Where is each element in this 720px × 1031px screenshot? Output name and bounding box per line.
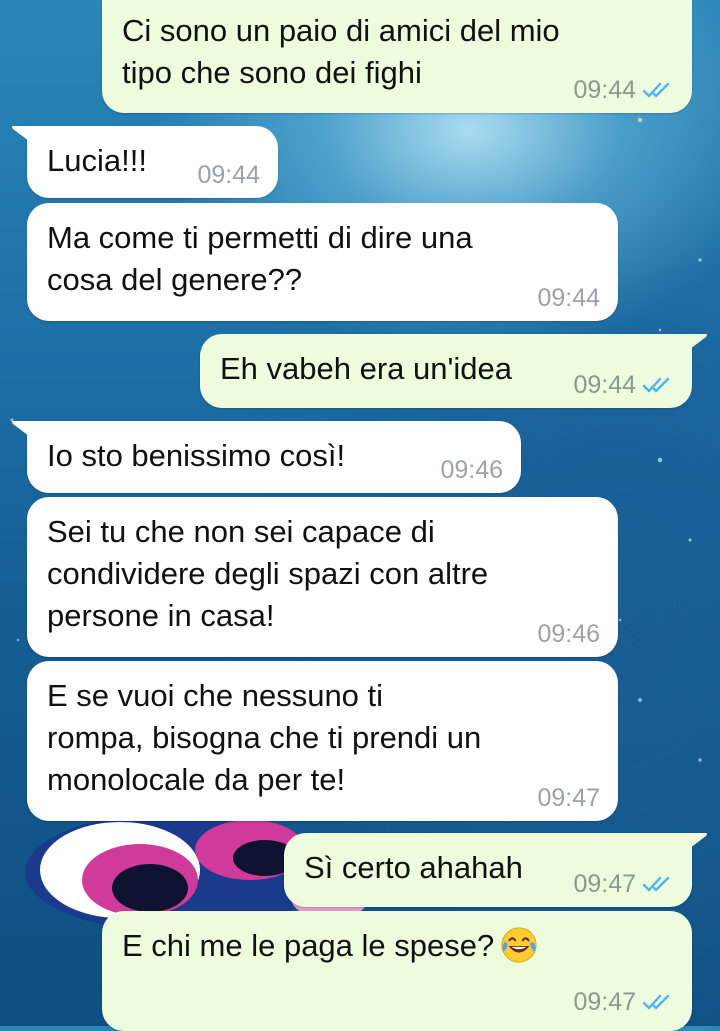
message-time: 09:46 [440,456,503,484]
message-meta: 09:44 [573,370,674,400]
double-check-icon [642,377,670,393]
double-check-icon [642,994,670,1010]
message-time: 09:47 [537,784,600,812]
message-bubble-outgoing[interactable]: Eh vabeh era un'idea 09:44 [200,334,707,408]
message-time: 09:44 [197,161,260,189]
bubble-tail [12,126,41,150]
bubble-tail [12,421,41,445]
message-time: 09:44 [573,371,636,399]
message-bubble-incoming[interactable]: Io sto benissimo così! 09:46 [12,421,521,493]
bubble-tail [678,334,707,358]
chat-conversation: Ci sono un paio di amici del mio tipo ch… [0,0,720,1031]
message-meta: 09:47 [573,869,674,899]
message-bubble-incoming[interactable]: Sei tu che non sei capace di condividere… [27,497,618,657]
message-bubble-outgoing[interactable]: Sì certo ahahah 09:47 [284,833,707,907]
message-text: Ma come ti permetti di dire una cosa del… [47,220,473,297]
double-check-icon [642,876,670,892]
double-check-icon [642,82,670,98]
message-time: 09:44 [537,284,600,312]
message-text: Io sto benissimo così! [47,438,346,473]
message-text: E chi me le paga le spese? [122,928,495,963]
message-bubble-outgoing[interactable]: Ci sono un paio di amici del mio tipo ch… [102,0,692,113]
bubble-tail [678,833,707,857]
message-meta: 09:46 [440,455,503,485]
message-meta: 09:47 [537,783,600,813]
message-meta: 09:44 [573,75,674,105]
message-time: 09:46 [537,620,600,648]
message-bubble-outgoing[interactable]: E chi me le paga le spese? 09:47 [102,911,692,1031]
message-bubble-incoming[interactable]: Ma come ti permetti di dire una cosa del… [27,203,618,321]
message-bubble-incoming[interactable]: Lucia!!! 09:44 [12,126,278,198]
message-meta: 09:44 [537,283,600,313]
message-bubble-incoming[interactable]: E se vuoi che nessuno ti rompa, bisogna … [27,661,618,821]
message-text-row: E chi me le paga le spese? [122,925,672,967]
message-time: 09:47 [573,870,636,898]
message-text: Sei tu che non sei capace di condividere… [47,514,489,633]
message-time: 09:47 [573,988,636,1016]
message-text: E se vuoi che nessuno ti rompa, bisogna … [47,678,482,797]
message-meta: 09:44 [197,160,260,190]
message-meta: 09:46 [537,619,600,649]
message-time: 09:44 [573,76,636,104]
message-meta: 09:47 [573,987,674,1017]
laughing-emoji-icon [501,927,537,963]
